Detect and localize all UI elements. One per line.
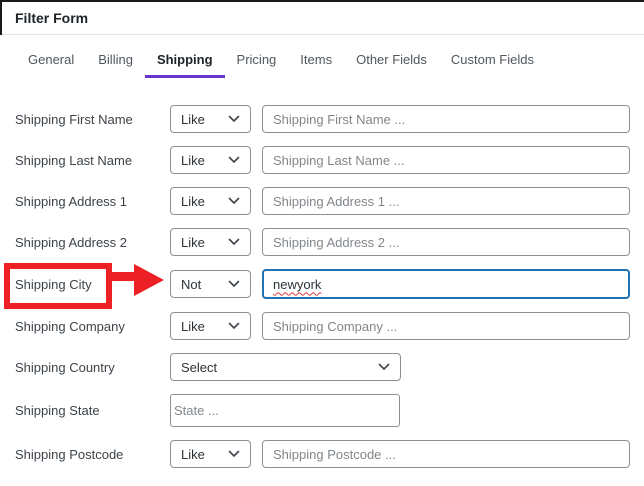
chevron-down-icon	[228, 156, 240, 164]
chevron-down-icon	[228, 280, 240, 288]
chevron-down-icon	[378, 363, 390, 371]
row-shipping-postcode: Shipping Postcode Like	[0, 440, 630, 468]
field-label: Shipping Postcode	[15, 446, 124, 462]
row-shipping-company: Shipping Company Like	[0, 312, 630, 340]
tab-general[interactable]: General	[16, 46, 86, 78]
tab-bar: General Billing Shipping Pricing Items O…	[0, 46, 644, 78]
shipping-country-select[interactable]: Select	[170, 353, 401, 381]
row-shipping-country: Shipping Country Select	[0, 353, 630, 381]
chevron-down-icon	[228, 197, 240, 205]
operator-select[interactable]: Like	[170, 228, 251, 256]
operator-select[interactable]: Like	[170, 312, 251, 340]
field-label: Shipping State	[15, 403, 100, 418]
field-label: Shipping First Name	[15, 111, 133, 127]
shipping-address-2-input[interactable]	[262, 228, 630, 256]
operator-value: Like	[181, 193, 205, 209]
row-shipping-first-name: Shipping First Name Like	[0, 105, 630, 133]
operator-value: Like	[181, 446, 205, 462]
shipping-city-input[interactable]: newyork	[262, 269, 630, 299]
tab-items[interactable]: Items	[288, 46, 344, 78]
operator-value: Like	[181, 318, 205, 334]
operator-value: Like	[181, 111, 205, 127]
window-edge-border	[0, 2, 2, 35]
page-title: Filter Form	[15, 10, 89, 26]
row-shipping-state: Shipping State	[0, 394, 630, 427]
field-label: Shipping Country	[15, 359, 115, 375]
operator-select[interactable]: Not	[170, 270, 251, 298]
operator-select[interactable]: Like	[170, 440, 251, 468]
row-shipping-city: Shipping City Not newyork	[0, 263, 630, 309]
field-label: Shipping City	[15, 276, 92, 292]
shipping-first-name-input[interactable]	[262, 105, 630, 133]
tab-other-fields[interactable]: Other Fields	[344, 46, 439, 78]
tab-custom-fields[interactable]: Custom Fields	[439, 46, 546, 78]
tab-shipping[interactable]: Shipping	[144, 46, 225, 78]
field-label: Shipping Last Name	[15, 152, 133, 168]
operator-select[interactable]: Like	[170, 105, 251, 133]
shipping-address-1-input[interactable]	[262, 187, 630, 215]
row-shipping-address-1: Shipping Address 1 Like	[0, 187, 630, 215]
shipping-company-input[interactable]	[262, 312, 630, 340]
tab-billing[interactable]: Billing	[86, 46, 145, 78]
chevron-down-icon	[228, 115, 240, 123]
chevron-down-icon	[228, 450, 240, 458]
row-shipping-address-2: Shipping Address 2 Like	[0, 228, 630, 256]
operator-select[interactable]: Like	[170, 146, 251, 174]
operator-value: Not	[181, 276, 202, 292]
field-label: Shipping Address 1	[15, 193, 128, 209]
country-selected-value: Select	[181, 359, 218, 375]
field-label: Shipping Company	[15, 318, 125, 334]
shipping-state-input[interactable]	[170, 394, 400, 427]
panel-header: Filter Form	[0, 2, 644, 35]
shipping-postcode-input[interactable]	[262, 440, 630, 468]
operator-select[interactable]: Like	[170, 187, 251, 215]
operator-value: Like	[181, 152, 205, 168]
chevron-down-icon	[228, 322, 240, 330]
row-shipping-last-name: Shipping Last Name Like	[0, 146, 630, 174]
operator-value: Like	[181, 234, 205, 250]
shipping-last-name-input[interactable]	[262, 146, 630, 174]
chevron-down-icon	[228, 238, 240, 246]
field-label: Shipping Address 2	[15, 234, 128, 250]
city-value-text: newyork	[273, 276, 322, 292]
filter-form: Shipping First Name Like Shipping Last N…	[0, 105, 644, 468]
tab-pricing[interactable]: Pricing	[225, 46, 289, 78]
